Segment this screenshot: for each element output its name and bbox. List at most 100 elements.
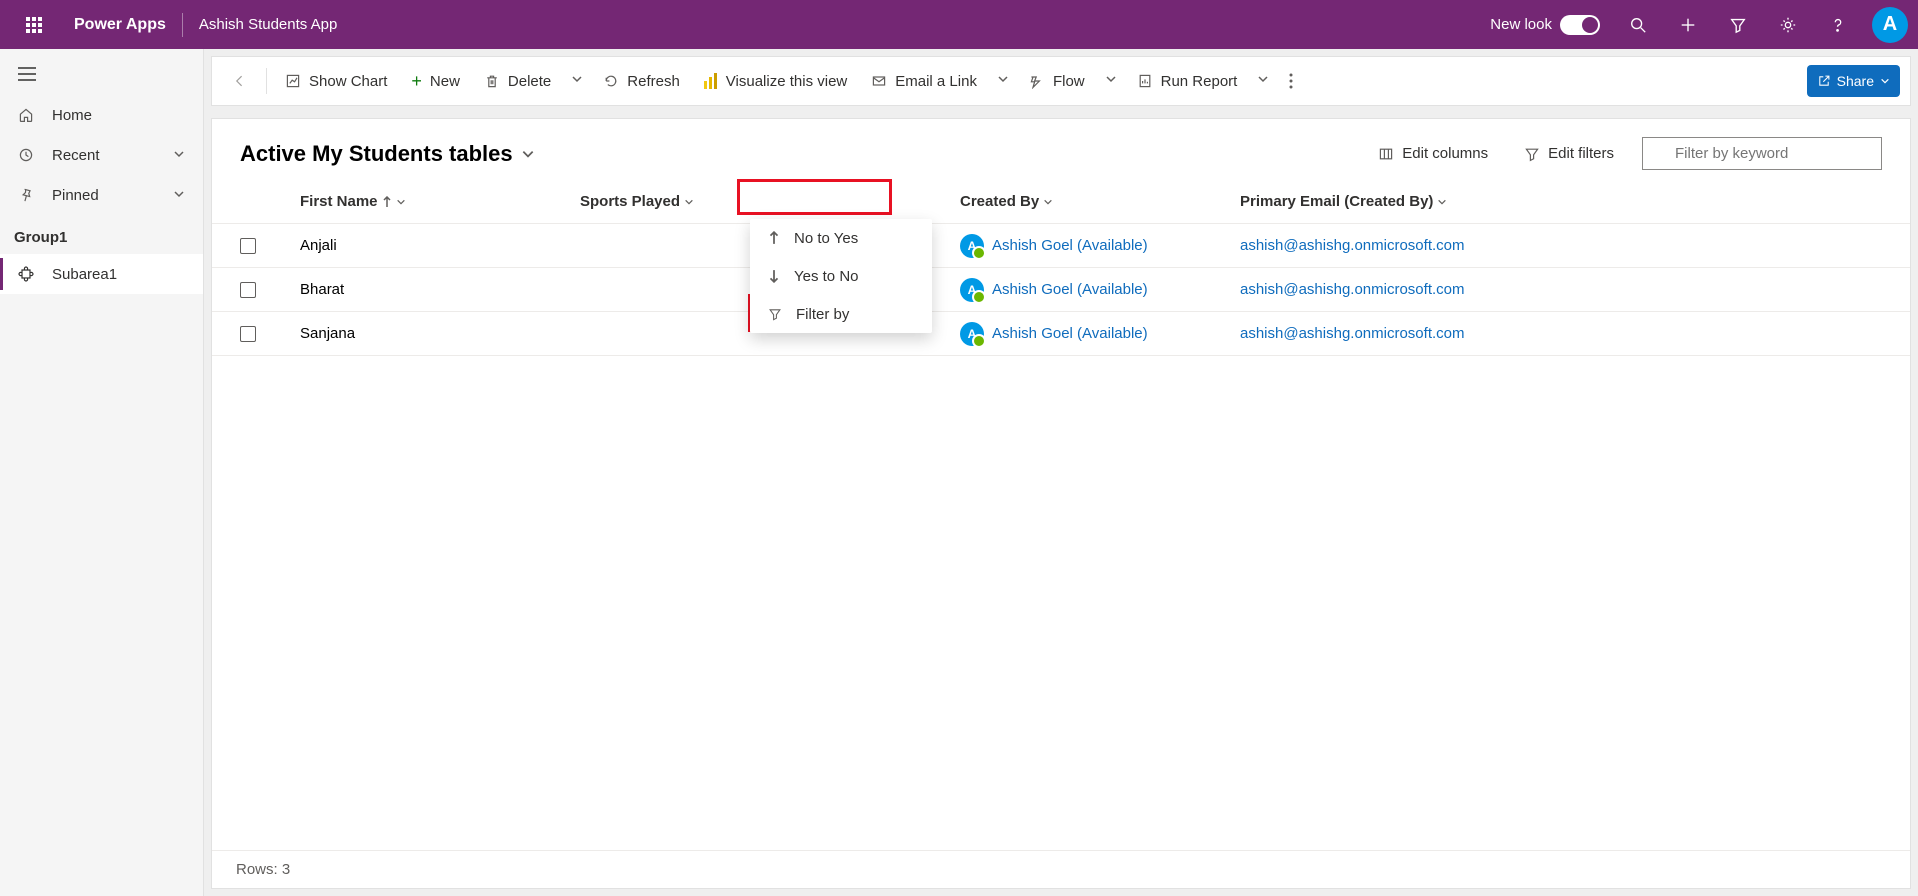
flow-button[interactable]: Flow	[1019, 62, 1095, 100]
table-header-row: First Name Sports Played Created By Prim…	[212, 180, 1910, 224]
columns-icon	[1378, 146, 1394, 162]
nav-group-label: Group1	[0, 215, 203, 254]
share-button[interactable]: Share	[1807, 65, 1900, 97]
email-link-label: Email a Link	[895, 73, 977, 90]
table-row[interactable]: Bharat AAshish Goel (Available)ashish@ash…	[212, 268, 1910, 312]
help-button[interactable]	[1816, 3, 1860, 47]
cell-firstname: Anjali	[300, 237, 580, 254]
command-bar: Show Chart + New Delete Refresh Visualiz…	[211, 56, 1911, 106]
column-header-sportsplayed[interactable]: Sports Played	[580, 193, 960, 210]
column-label: First Name	[300, 193, 378, 210]
plus-icon	[1679, 16, 1697, 34]
row-checkbox[interactable]	[240, 326, 256, 342]
row-checkbox[interactable]	[240, 282, 256, 298]
filter-button[interactable]	[1716, 3, 1760, 47]
table-row[interactable]: Anjali AAshish Goel (Available)ashish@ash…	[212, 224, 1910, 268]
settings-button[interactable]	[1766, 3, 1810, 47]
more-vertical-icon	[1289, 73, 1293, 89]
grid-footer: Rows: 3	[212, 850, 1910, 888]
edit-columns-label: Edit columns	[1402, 145, 1488, 162]
chevron-down-icon	[396, 197, 406, 207]
mail-icon	[871, 73, 887, 89]
user-avatar[interactable]: A	[1872, 7, 1908, 43]
chevron-down-icon	[684, 197, 694, 207]
app-launcher-button[interactable]	[10, 1, 58, 49]
column-label: Primary Email (Created By)	[1240, 193, 1433, 210]
run-report-button[interactable]: Run Report	[1127, 62, 1248, 100]
clock-icon	[18, 147, 38, 163]
edit-filters-button[interactable]: Edit filters	[1516, 139, 1622, 168]
waffle-icon	[26, 17, 42, 33]
delete-dropdown[interactable]	[565, 72, 589, 90]
nav-pinned[interactable]: Pinned	[0, 175, 203, 215]
dd-label: Yes to No	[794, 268, 859, 285]
funnel-icon	[768, 307, 782, 321]
overflow-button[interactable]	[1279, 62, 1303, 100]
cell-createdby[interactable]: AAshish Goel (Available)	[960, 322, 1240, 346]
column-header-createdby[interactable]: Created By	[960, 193, 1240, 210]
edit-columns-button[interactable]: Edit columns	[1370, 139, 1496, 168]
visualize-button[interactable]: Visualize this view	[694, 62, 857, 100]
show-chart-button[interactable]: Show Chart	[275, 62, 397, 100]
add-button[interactable]	[1666, 3, 1710, 47]
delete-label: Delete	[508, 73, 551, 90]
column-header-primaryemail[interactable]: Primary Email (Created By)	[1240, 193, 1882, 210]
nav-home-label: Home	[52, 107, 92, 124]
toggle-switch-icon	[1560, 15, 1600, 35]
hamburger-icon	[18, 67, 36, 81]
search-icon	[1629, 16, 1647, 34]
sort-yes-to-no[interactable]: Yes to No	[750, 257, 932, 295]
chevron-down-icon	[997, 73, 1009, 85]
chevron-down-icon	[173, 187, 185, 204]
nav-home[interactable]: Home	[0, 95, 203, 135]
funnel-icon	[1524, 146, 1540, 162]
chart-icon	[285, 73, 301, 89]
app-header: Power Apps Ashish Students App New look …	[0, 0, 1918, 49]
data-grid: First Name Sports Played Created By Prim…	[212, 180, 1910, 356]
new-label: New	[430, 73, 460, 90]
table-row[interactable]: Sanjana AAshish Goel (Available)ashish@as…	[212, 312, 1910, 356]
filter-by[interactable]: Filter by	[750, 295, 932, 333]
nav-recent-label: Recent	[52, 147, 100, 164]
cell-createdby[interactable]: AAshish Goel (Available)	[960, 234, 1240, 258]
search-button[interactable]	[1616, 3, 1660, 47]
email-link-button[interactable]: Email a Link	[861, 62, 987, 100]
flow-icon	[1029, 73, 1045, 89]
cell-firstname: Bharat	[300, 281, 580, 298]
chevron-down-icon	[1043, 197, 1053, 207]
delete-button[interactable]: Delete	[474, 62, 561, 100]
sidebar-collapse-button[interactable]	[0, 53, 203, 95]
main-area: Show Chart + New Delete Refresh Visualiz…	[204, 49, 1918, 896]
trash-icon	[484, 73, 500, 89]
nav-recent[interactable]: Recent	[0, 135, 203, 175]
run-report-label: Run Report	[1161, 73, 1238, 90]
column-dropdown-menu: No to Yes Yes to No Filter by	[750, 219, 932, 333]
row-checkbox[interactable]	[240, 238, 256, 254]
arrow-up-icon	[382, 196, 392, 208]
column-header-firstname[interactable]: First Name	[300, 193, 580, 210]
product-title: Power Apps	[58, 16, 182, 34]
run-report-dropdown[interactable]	[1251, 72, 1275, 90]
new-look-label: New look	[1490, 16, 1552, 33]
email-dropdown[interactable]	[991, 72, 1015, 90]
filter-keyword-input[interactable]	[1642, 137, 1882, 170]
chevron-down-icon	[1880, 76, 1890, 86]
new-look-toggle[interactable]: New look	[1490, 15, 1600, 35]
cell-email[interactable]: ashish@ashishg.onmicrosoft.com	[1240, 325, 1465, 342]
cell-createdby[interactable]: AAshish Goel (Available)	[960, 278, 1240, 302]
back-button[interactable]	[222, 62, 258, 100]
flow-label: Flow	[1053, 73, 1085, 90]
view-selector[interactable]: Active My Students tables	[240, 141, 535, 167]
nav-subarea1[interactable]: Subarea1	[0, 254, 203, 294]
flow-dropdown[interactable]	[1099, 72, 1123, 90]
refresh-button[interactable]: Refresh	[593, 62, 690, 100]
sort-no-to-yes[interactable]: No to Yes	[750, 219, 932, 257]
dd-label: No to Yes	[794, 230, 858, 247]
cell-firstname: Sanjana	[300, 325, 580, 342]
cell-email[interactable]: ashish@ashishg.onmicrosoft.com	[1240, 237, 1465, 254]
new-button[interactable]: + New	[401, 62, 470, 100]
column-label: Sports Played	[580, 193, 680, 210]
sidebar: Home Recent Pinned Group1 Subarea1	[0, 49, 204, 896]
cell-email[interactable]: ashish@ashishg.onmicrosoft.com	[1240, 281, 1465, 298]
user-avatar-icon: A	[960, 234, 984, 258]
